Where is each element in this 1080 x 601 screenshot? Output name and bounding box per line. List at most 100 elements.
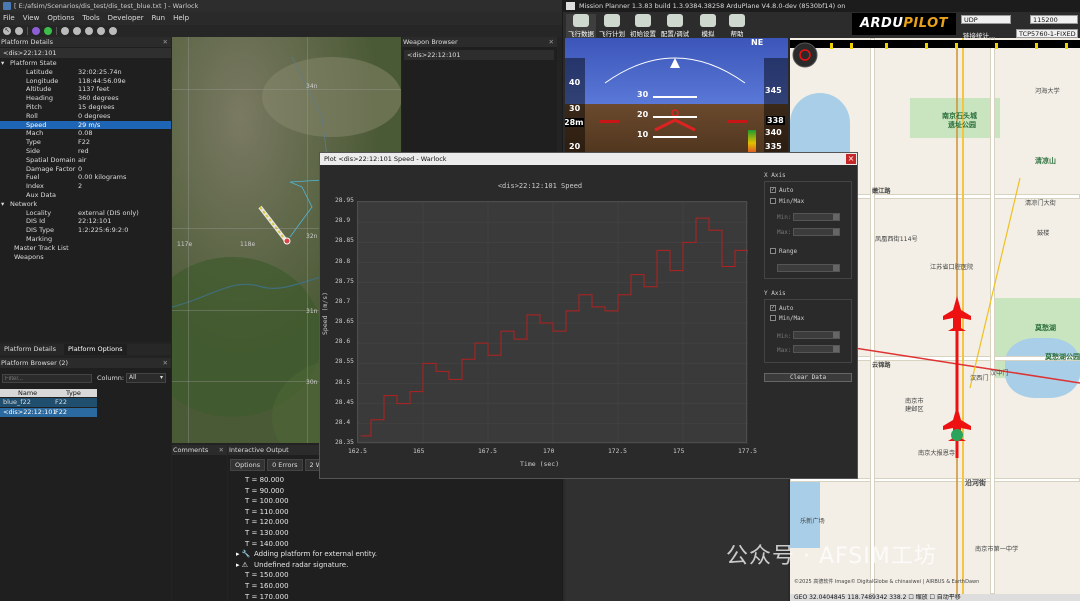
pointer-tool-icon[interactable]: ↖ — [3, 27, 11, 35]
speed-chart — [358, 202, 748, 444]
tree-row[interactable]: Spatial Domain air — [0, 156, 171, 165]
y-minmax-checkbox[interactable] — [770, 315, 776, 321]
tree-row[interactable]: Type F22 — [0, 138, 171, 147]
stop-icon[interactable] — [109, 27, 117, 35]
log-line-text: T = 160.000 — [245, 582, 289, 590]
initial-setup-button[interactable]: 初始设置 — [628, 14, 658, 38]
tree-row[interactable]: ▾ Platform State — [0, 59, 171, 68]
pitch-ladder-line — [653, 116, 697, 118]
x-range-input[interactable] — [777, 264, 840, 272]
tree-row[interactable]: Longitude 118:44:56.09e — [0, 77, 171, 86]
filter-input[interactable] — [2, 374, 92, 383]
x-min-input[interactable] — [793, 213, 840, 221]
simulation-button[interactable]: 模拟 — [693, 14, 723, 38]
tree-row[interactable]: Marking — [0, 235, 171, 244]
step-icon[interactable] — [73, 27, 81, 35]
tree-row[interactable]: Altitude 1137 feet — [0, 85, 171, 94]
tree-row-key: Spatial Domain — [26, 155, 76, 164]
menu-tools[interactable]: Tools — [82, 12, 99, 25]
close-icon[interactable]: × — [846, 154, 856, 164]
spinner-icon — [833, 265, 839, 271]
x-max-input[interactable] — [793, 228, 840, 236]
tree-row-value: external (DIS only) — [78, 208, 139, 217]
tab-platform-details[interactable]: Platform Details — [0, 344, 60, 355]
tree-row[interactable]: Locality external (DIS only) — [0, 209, 171, 218]
tree-row[interactable]: Mach 0.08 — [0, 129, 171, 138]
eye-icon[interactable] — [15, 27, 23, 35]
menu-run[interactable]: Run — [152, 12, 165, 25]
tree-row[interactable]: Damage Factor 0 — [0, 165, 171, 174]
tree-row[interactable]: ▾ Network — [0, 200, 171, 209]
tree-row-key: Latitude — [26, 67, 53, 76]
log-line-text: T = 90.000 — [245, 486, 285, 495]
table-row[interactable]: blue_f22 F22 — [0, 398, 97, 407]
y-tick-label: 28.45 — [335, 398, 354, 406]
column-label: Column: — [97, 374, 125, 382]
map-label: 乐新广场 — [800, 518, 825, 525]
measure-icon[interactable] — [32, 27, 40, 35]
tree-row[interactable]: DIS Type 1:2:225:6:9:2:0 — [0, 226, 171, 235]
tree-row[interactable]: Index 2 — [0, 182, 171, 191]
config-tuning-button[interactable]: 配置/调试 — [660, 14, 690, 38]
y-auto-checkbox[interactable]: ✓ — [770, 305, 776, 311]
connection-type-select[interactable]: TCP5760-1-FIXED WIN — [1016, 29, 1078, 47]
fast-forward-icon[interactable] — [97, 27, 105, 35]
menu-options[interactable]: Options — [47, 12, 74, 25]
tree-row-key: Roll — [26, 111, 38, 120]
tree-row[interactable]: Roll 0 degrees — [0, 112, 171, 121]
spinner-icon — [833, 229, 839, 235]
comments-header: Comments ✕ — [172, 445, 227, 455]
port-select[interactable]: UDP — [961, 15, 1011, 24]
tree-row[interactable]: Master Track List — [0, 244, 171, 253]
map-label: 云锦路 — [872, 362, 891, 369]
y-max-input[interactable] — [793, 345, 840, 353]
initial-setup-icon — [635, 14, 651, 27]
close-icon[interactable]: ✕ — [163, 37, 168, 47]
tree-row[interactable]: Weapons — [0, 253, 171, 262]
tree-row[interactable]: Speed 29 m/s — [0, 120, 171, 130]
column-header-name[interactable]: Name — [0, 389, 48, 397]
tab-errors[interactable]: 0 Errors — [267, 459, 303, 471]
flight-data-button[interactable]: 飞行数据 — [566, 14, 596, 38]
map-label: 凤凰西街114号 — [875, 236, 918, 243]
baud-select[interactable]: 115200 — [1030, 15, 1078, 24]
tree-row[interactable]: Heading 360 degrees — [0, 94, 171, 103]
tree-row[interactable]: Fuel 0.00 kilograms — [0, 173, 171, 182]
menu-help[interactable]: Help — [173, 12, 189, 25]
clear-data-button[interactable]: Clear Data — [764, 373, 852, 382]
column-select[interactable]: All ▾ — [126, 373, 166, 383]
run-icon[interactable] — [44, 27, 52, 35]
tree-row[interactable]: Side red — [0, 147, 171, 156]
tree-row[interactable]: Pitch 15 degrees — [0, 103, 171, 112]
tree-row[interactable]: DIS Id 22:12:101 — [0, 217, 171, 226]
table-row[interactable]: <dis>22:12:101 F22 — [0, 408, 97, 417]
menu-developer[interactable]: Developer — [108, 12, 144, 25]
button-label: 模拟 — [701, 30, 715, 38]
close-icon[interactable]: ✕ — [163, 358, 168, 368]
help-button[interactable]: 帮助 — [722, 14, 752, 38]
pitch-label: 30 — [637, 90, 649, 99]
x-tick-label: 165 — [413, 448, 425, 455]
tree-row[interactable]: Latitude 32:02:25.74n — [0, 68, 171, 77]
platform-details-panel: Platform Details ✕ <dis>22:12:101 ▾ Platfo… — [0, 37, 171, 342]
tab-platform-options[interactable]: Platform Options — [64, 344, 127, 355]
x-minmax-checkbox[interactable] — [770, 198, 776, 204]
x-auto-checkbox[interactable]: ✓ — [770, 187, 776, 193]
close-icon[interactable]: ✕ — [549, 37, 554, 47]
y-min-input[interactable] — [793, 331, 840, 339]
flight-plan-button[interactable]: 飞行计划 — [597, 14, 627, 38]
tab-options[interactable]: Options — [230, 459, 266, 471]
expand-arrow-icon[interactable]: ▾ — [1, 200, 4, 209]
row-name: <dis>22:12:101 — [3, 408, 57, 416]
close-icon[interactable]: ✕ — [219, 445, 224, 455]
x-range-checkbox[interactable] — [770, 248, 776, 254]
column-header-type[interactable]: Type — [48, 389, 96, 397]
reset-icon[interactable] — [85, 27, 93, 35]
expand-arrow-icon[interactable]: ▾ — [1, 59, 4, 68]
weapon-browser-item[interactable]: <dis>22:12:101 — [404, 50, 554, 60]
plot-area[interactable] — [357, 201, 748, 444]
tree-row[interactable]: Aux Data — [0, 191, 171, 200]
pause-icon[interactable] — [61, 27, 69, 35]
menu-view[interactable]: View — [23, 12, 40, 25]
menu-file[interactable]: File — [3, 12, 15, 25]
